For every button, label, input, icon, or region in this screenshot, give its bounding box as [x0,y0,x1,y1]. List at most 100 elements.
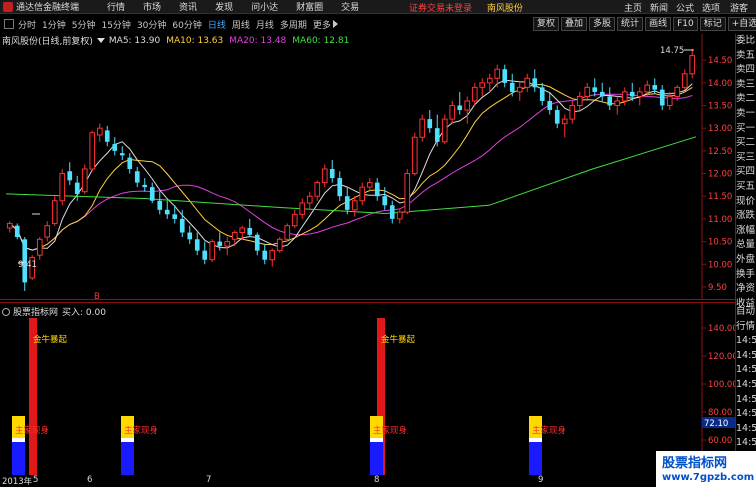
candle-body [411,136,418,175]
candle-body [614,100,621,107]
period-60min[interactable]: 60分钟 [172,18,201,31]
candle-body [6,222,13,229]
menu-wealth[interactable]: 财富圈 [296,0,323,13]
sidebar-tick-row: 14:5 [736,437,756,449]
sidebar-label: 买一 [736,122,756,134]
tool-multi-stock[interactable]: 多股 [589,17,616,31]
candle-body [142,184,148,188]
sidebar-tick-row: 14:5 [736,364,756,376]
menu-home[interactable]: 主页 [624,1,642,14]
candle-body [486,77,493,84]
candlestick [59,169,66,206]
price-tick-label: 11.00 [708,215,732,225]
main-signal-blue [12,442,25,475]
guest-account[interactable]: 游客 [730,1,748,14]
candle-body [247,227,253,235]
low-price-label: 9.41 [18,260,37,270]
quote-sidebar: 委比 卖五 卖四 卖三 卖二 卖一 买一 买二 买三 买四 买五 现价 涨跌 涨幅 总量 外盘 换手 净资 收益 自… [735,34,756,487]
sidebar-tick-row: 14:5 [736,349,756,361]
login-status[interactable]: 证券交易未登录 [409,4,472,14]
candlestick [51,196,58,226]
period-multi[interactable]: 多周期 [280,18,307,31]
sidebar-label: 总量 [736,239,756,251]
candle-body [164,209,170,215]
current-stock-name: 南风股份 [486,4,523,14]
sidebar-tick-row: 14:5 [736,378,756,390]
tool-add-watchlist[interactable]: +自选 [727,17,756,31]
status-marquee: 证券交易未登录 南风股份 [409,1,523,14]
tool-f10[interactable]: F10 [673,17,698,31]
candle-body [67,171,73,181]
indicator-tick-label: 120.00 [708,352,735,362]
high-price-label: 14.75 [660,46,684,56]
candle-body [636,91,643,97]
menu-trade[interactable]: 交易 [341,0,359,13]
candle-body [359,186,366,202]
candle-body [269,250,276,261]
tool-overlay[interactable]: 叠加 [561,17,588,31]
candlestick [81,164,88,194]
candle-body [509,82,515,92]
more-arrow-icon[interactable] [332,20,338,28]
menu-market[interactable]: 市场 [143,0,161,13]
candle-body [329,169,335,179]
sidebar-tick-row: 行情 [736,320,756,332]
period-intraday[interactable]: 分时 [18,18,36,31]
menu-news[interactable]: 资讯 [179,0,197,13]
tool-draw[interactable]: 画线 [645,17,672,31]
candle-body [239,227,246,233]
tool-stats[interactable]: 统计 [617,17,644,31]
period-30min[interactable]: 30分钟 [137,18,166,31]
indicator-toggle-icon[interactable] [2,307,10,316]
menu-ask[interactable]: 问小达 [251,0,278,13]
candle-body [479,82,486,88]
sidebar-label: 卖三 [736,78,756,90]
dropdown-icon[interactable] [96,38,105,43]
sidebar-label: 换手 [736,268,756,280]
main-signal-label: 主家现身 [15,425,49,436]
watermark-title: 股票指标网 [662,456,728,471]
period-15min[interactable]: 15分钟 [101,18,130,31]
candlestick [284,223,291,242]
sidebar-label: 买五 [736,180,756,192]
indicator-name[interactable]: 股票指标网 [13,305,58,318]
period-monthly[interactable]: 月线 [256,18,274,31]
sidebar-label: 买二 [736,137,756,149]
candle-body [539,87,545,101]
candle-body [576,95,583,106]
tool-adjust[interactable]: 复权 [533,17,560,31]
menu-discover[interactable]: 发现 [215,0,233,13]
candle-body [396,211,403,220]
main-signal-label: 主家现身 [124,425,158,436]
candle-body [14,225,20,238]
month-label-7: 7 [206,475,212,485]
period-weekly[interactable]: 周线 [232,18,250,31]
candle-body [149,187,155,201]
period-daily[interactable]: 日线 [208,18,226,31]
indicator-chart[interactable]: 金牛暴起 金牛暴起主家现身 主家现身 主家现身 主家现身 140.00 120.00 100… [0,302,735,476]
menu-newslist[interactable]: 新闻 [650,1,668,14]
candle-body [81,168,88,193]
sidebar-label: 买四 [736,166,756,178]
tool-mark[interactable]: 标记 [699,17,726,31]
menu-formula[interactable]: 公式 [676,1,694,14]
candle-body [494,68,501,79]
price-tick-label: 14.50 [708,56,732,66]
candle-body [299,202,306,215]
stock-title[interactable]: 南风股份(日线,前复权) [2,34,93,47]
candle-body [524,77,531,88]
sidebar-tick-row: 14:5 [736,393,756,405]
menu-options[interactable]: 选项 [702,1,720,14]
menu-quotes[interactable]: 行情 [107,0,125,13]
collapse-toggle-icon[interactable] [4,19,14,29]
candle-body [59,173,66,202]
candle-body [621,91,628,102]
indicator-tick-label: 140.00 [708,324,735,334]
candle-body [119,153,125,156]
period-more[interactable]: 更多 [313,18,331,31]
candle-body [561,118,568,125]
price-chart[interactable]: 14.50 14.00 13.50 13.00 12.50 12.00 11.50 11.00… [0,34,735,300]
period-5min[interactable]: 5分钟 [72,18,96,31]
candle-body [532,78,538,88]
period-1min[interactable]: 1分钟 [42,18,66,31]
